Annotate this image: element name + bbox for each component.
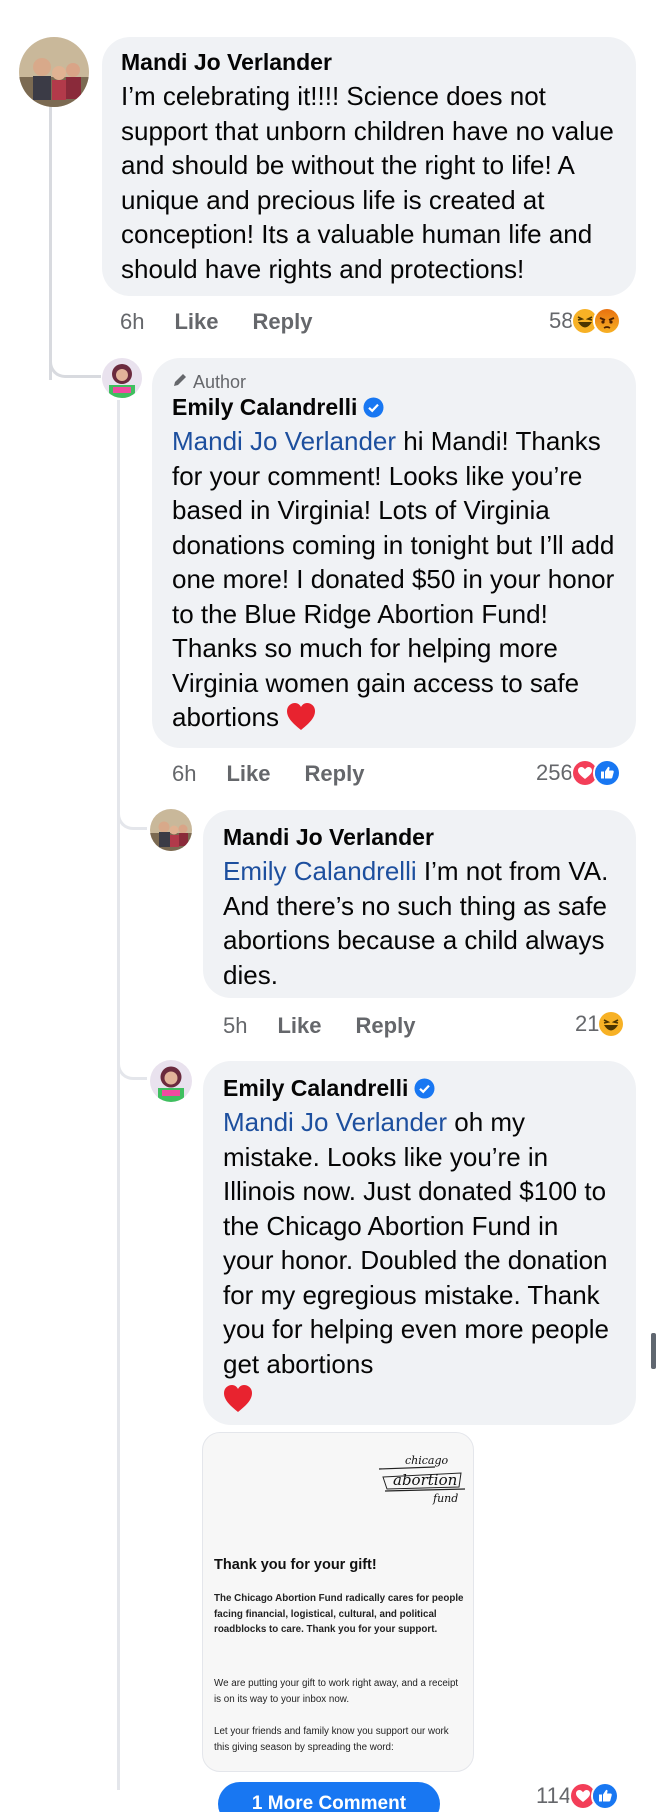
reaction-summary[interactable]: 256	[536, 759, 621, 787]
heart-icon	[223, 1385, 616, 1422]
logo-text-abortion: abortion	[393, 1471, 457, 1489]
comment-time[interactable]: 5h	[223, 1013, 247, 1039]
comment-bubble: Author Emily Calandrelli Mandi Jo Verlan…	[152, 358, 636, 748]
like-button[interactable]: Like	[277, 1013, 321, 1039]
angry-icon	[593, 307, 622, 335]
comment-text: Mandi Jo Verlander oh my mistake. Looks …	[223, 1105, 616, 1422]
comment-text-body: oh my mistake. Looks like you’re in Illi…	[223, 1107, 609, 1379]
scrollbar-thumb[interactable]	[651, 1333, 656, 1369]
card-paragraph: The Chicago Abortion Fund radically care…	[214, 1593, 464, 1635]
reaction-count: 58	[549, 308, 574, 333]
chicago-abortion-fund-logo: chicago abortion fund	[375, 1447, 471, 1507]
reaction-count: 21	[575, 1011, 600, 1036]
thread-line	[117, 400, 120, 1790]
comment-actions: 6h Like Reply	[120, 309, 346, 335]
more-comments-button[interactable]: 1 More Comment	[218, 1782, 440, 1812]
logo-text-fund: fund	[432, 1492, 458, 1505]
comment-author[interactable]: Emily Calandrelli	[172, 394, 616, 421]
verified-badge-icon	[414, 1078, 435, 1099]
avatar[interactable]	[102, 358, 142, 398]
reaction-count: 114	[536, 1783, 572, 1808]
comment-time[interactable]: 6h	[172, 761, 196, 787]
avatar[interactable]	[19, 37, 89, 107]
like-button[interactable]: Like	[226, 761, 270, 787]
heart-icon	[286, 703, 316, 740]
author-badge: Author	[172, 372, 616, 393]
comment-bubble: Mandi Jo Verlander I’m celebrating it!!!…	[102, 37, 636, 296]
comment-bubble: Emily Calandrelli Mandi Jo Verlander oh …	[203, 1061, 636, 1425]
mention-link[interactable]: Emily Calandrelli	[223, 856, 417, 886]
reply-button[interactable]: Reply	[253, 309, 313, 335]
like-button[interactable]: Like	[174, 309, 218, 335]
mention-link[interactable]: Mandi Jo Verlander	[223, 1107, 447, 1137]
reaction-summary[interactable]: 114	[536, 1782, 620, 1810]
comment-author[interactable]: Mandi Jo Verlander	[223, 824, 616, 851]
comment-text: I’m celebrating it!!!! Science does not …	[121, 81, 614, 284]
reaction-count: 256	[536, 760, 573, 785]
like-icon	[592, 759, 621, 787]
reply-connector	[117, 1040, 147, 1080]
reaction-summary[interactable]: 21	[575, 1010, 626, 1038]
like-icon	[591, 1782, 620, 1810]
attached-image[interactable]: chicago abortion fund Thank you for your…	[202, 1432, 474, 1772]
haha-icon	[597, 1010, 626, 1038]
card-paragraph: Let your friends and family know you sup…	[214, 1726, 449, 1753]
comment-actions: 5h Like Reply	[223, 1013, 449, 1039]
reaction-summary[interactable]: 58	[549, 307, 622, 335]
comment-author-name[interactable]: Emily Calandrelli	[223, 1075, 408, 1102]
comment-author-name[interactable]: Emily Calandrelli	[172, 394, 357, 421]
pencil-icon	[172, 372, 188, 393]
comment-bubble: Mandi Jo Verlander Emily Calandrelli I’m…	[203, 810, 636, 998]
verified-badge-icon	[363, 397, 384, 418]
reply-button[interactable]: Reply	[356, 1013, 416, 1039]
comment-actions: 6h Like Reply	[172, 761, 398, 787]
reply-connector	[117, 790, 147, 830]
card-paragraph: We are putting your gift to work right a…	[214, 1678, 459, 1705]
comment-author[interactable]: Mandi Jo Verlander	[121, 49, 617, 76]
comment-author[interactable]: Emily Calandrelli	[223, 1075, 616, 1102]
logo-text-chicago: chicago	[405, 1454, 449, 1467]
reply-connector	[49, 330, 101, 378]
comment-text: Mandi Jo Verlander hi Mandi! Thanks for …	[172, 424, 616, 740]
reply-button[interactable]: Reply	[305, 761, 365, 787]
comment-text-body: hi Mandi! Thanks for your comment! Looks…	[172, 426, 615, 732]
avatar[interactable]	[150, 809, 192, 851]
comment-text: Emily Calandrelli I’m not from VA. And t…	[223, 854, 616, 992]
author-tag-label: Author	[193, 372, 247, 392]
card-title: Thank you for your gift!	[214, 1557, 377, 1573]
comment-time[interactable]: 6h	[120, 309, 144, 335]
mention-link[interactable]: Mandi Jo Verlander	[172, 426, 396, 456]
avatar[interactable]	[150, 1060, 192, 1102]
